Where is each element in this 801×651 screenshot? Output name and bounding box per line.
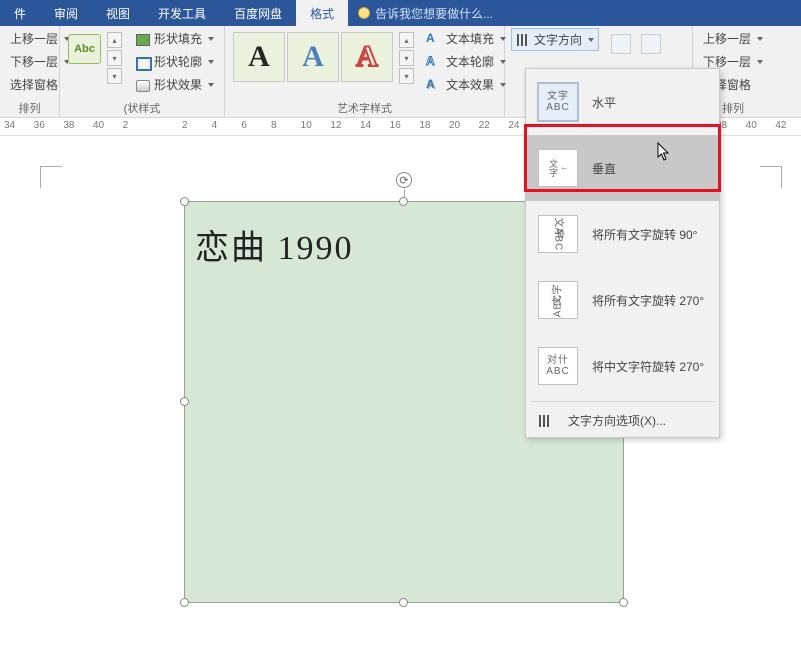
bring-forward-button-2[interactable]: 上移一层 xyxy=(699,28,767,49)
ruler-tick: 2 xyxy=(123,120,129,131)
shape-effects-button[interactable]: 形状效果 xyxy=(130,74,218,95)
text-effects-button[interactable]: A文本效果 xyxy=(422,74,510,95)
tab-format[interactable]: 格式 xyxy=(296,0,348,26)
vertical-icon: 文字↓ xyxy=(538,149,578,187)
shape-outline-button[interactable]: 形状轮廓 xyxy=(130,51,218,72)
tell-me-search[interactable]: 告诉我您想要做什么... xyxy=(348,0,503,26)
tab-review[interactable]: 审阅 xyxy=(40,0,92,26)
page-corner-top-left xyxy=(40,166,62,188)
wrap-text-icon[interactable] xyxy=(641,34,661,54)
rotate-270-icon: 文字ABC xyxy=(538,281,578,319)
resize-handle-b[interactable] xyxy=(399,598,408,607)
horizontal-icon: 文字ABC xyxy=(538,83,578,121)
text-direction-options[interactable]: 文字方向选项(X)... xyxy=(526,404,719,437)
ruler-tick: 34 xyxy=(4,120,15,131)
rotate-handle[interactable]: ⟳ xyxy=(396,172,412,188)
wordart-preset-1[interactable]: A xyxy=(233,32,285,82)
ribbon: 上移一层 下移一层 选择窗格 排列 Abc ▴▾▾ 形状填充 形状轮廓 形状效果… xyxy=(0,26,801,118)
resize-handle-t[interactable] xyxy=(399,197,408,206)
ruler-tick: 4 xyxy=(212,120,218,131)
shape-style-gallery-scroll[interactable]: ▴▾▾ xyxy=(107,32,122,84)
text-outline-button[interactable]: A文本轮廓 xyxy=(422,51,510,72)
shape-outline-icon xyxy=(134,55,150,69)
shape-text-content[interactable]: 恋曲 1990 xyxy=(195,220,354,269)
lightbulb-icon xyxy=(358,7,370,19)
group-label-wordart-styles: 艺术字样式 xyxy=(231,98,498,116)
shape-fill-button[interactable]: 形状填充 xyxy=(130,28,218,49)
menu-separator xyxy=(530,401,715,402)
tab-baidu-netdisk[interactable]: 百度网盘 xyxy=(220,0,296,26)
wordart-gallery-scroll[interactable]: ▴▾▾ xyxy=(399,32,414,84)
group-label-shape-styles: (状样式 xyxy=(66,98,218,116)
ruler-tick: 24 xyxy=(508,120,519,131)
text-direction-vertical[interactable]: 文字↓ 垂直 xyxy=(526,135,719,201)
text-outline-icon: A xyxy=(426,55,442,69)
text-fill-button[interactable]: A文本填充 xyxy=(422,28,510,49)
shape-fill-icon xyxy=(134,32,150,46)
resize-handle-l[interactable] xyxy=(180,397,189,406)
ruler-tick: 12 xyxy=(330,120,341,131)
position-icon[interactable] xyxy=(611,34,631,54)
ruler-tick: 10 xyxy=(301,120,312,131)
tab-view[interactable]: 视图 xyxy=(92,0,144,26)
menu-label: 文字方向选项(X)... xyxy=(568,412,666,429)
text-direction-horizontal[interactable]: 文字ABC 水平 xyxy=(526,69,719,135)
text-direction-rotate-270[interactable]: 文字ABC 将所有文字旋转 270° xyxy=(526,267,719,333)
shape-effects-icon xyxy=(134,78,150,92)
resize-handle-br[interactable] xyxy=(619,598,628,607)
group-label-arrange-left: 排列 xyxy=(6,98,53,116)
tell-me-placeholder: 告诉我您想要做什么... xyxy=(375,5,493,22)
ruler-tick: 36 xyxy=(34,120,45,131)
rotate-90-icon: 文字ABC xyxy=(538,215,578,253)
ruler-tick: 40 xyxy=(746,120,757,131)
ruler-tick: 42 xyxy=(775,120,786,131)
menu-label: 将中文字符旋转 270° xyxy=(592,358,704,375)
text-direction-button[interactable]: 文字方向 xyxy=(511,28,599,51)
text-fill-icon: A xyxy=(426,32,442,46)
menu-label: 将所有文字旋转 270° xyxy=(592,292,704,309)
text-effects-icon: A xyxy=(426,78,442,92)
ruler-tick: 16 xyxy=(390,120,401,131)
ruler-tick: 6 xyxy=(241,120,247,131)
ruler-tick: 2 xyxy=(182,120,188,131)
text-direction-cjk-rotate-270[interactable]: 对什ABC 将中文字符旋转 270° xyxy=(526,333,719,399)
ruler-tick: 14 xyxy=(360,120,371,131)
wordart-gallery: A A A xyxy=(231,28,395,86)
ruler-tick: 18 xyxy=(419,120,430,131)
ruler-tick: 38 xyxy=(63,120,74,131)
resize-handle-tl[interactable] xyxy=(180,197,189,206)
shape-style-preset[interactable]: Abc xyxy=(68,34,101,64)
ruler-tick: 22 xyxy=(479,120,490,131)
tab-developer[interactable]: 开发工具 xyxy=(144,0,220,26)
page-corner-top-right xyxy=(760,166,782,188)
wordart-preset-3[interactable]: A xyxy=(341,32,393,82)
menu-label: 垂直 xyxy=(592,160,616,177)
ribbon-tab-bar: 件 审阅 视图 开发工具 百度网盘 格式 告诉我您想要做什么... xyxy=(0,0,801,26)
ruler-tick: 20 xyxy=(449,120,460,131)
text-direction-icon xyxy=(516,33,530,47)
menu-label: 将所有文字旋转 90° xyxy=(592,226,697,243)
text-direction-menu: 文字ABC 水平 文字↓ 垂直 文字ABC 将所有文字旋转 90° 文字ABC … xyxy=(525,68,720,438)
menu-label: 水平 xyxy=(592,94,616,111)
ruler-tick: 40 xyxy=(93,120,104,131)
text-direction-options-icon xyxy=(538,414,554,428)
resize-handle-bl[interactable] xyxy=(180,598,189,607)
cjk-rotate-270-icon: 对什ABC xyxy=(538,347,578,385)
tab-jian[interactable]: 件 xyxy=(0,0,40,26)
ruler-tick: 8 xyxy=(271,120,277,131)
text-direction-rotate-90[interactable]: 文字ABC 将所有文字旋转 90° xyxy=(526,201,719,267)
wordart-preset-2[interactable]: A xyxy=(287,32,339,82)
